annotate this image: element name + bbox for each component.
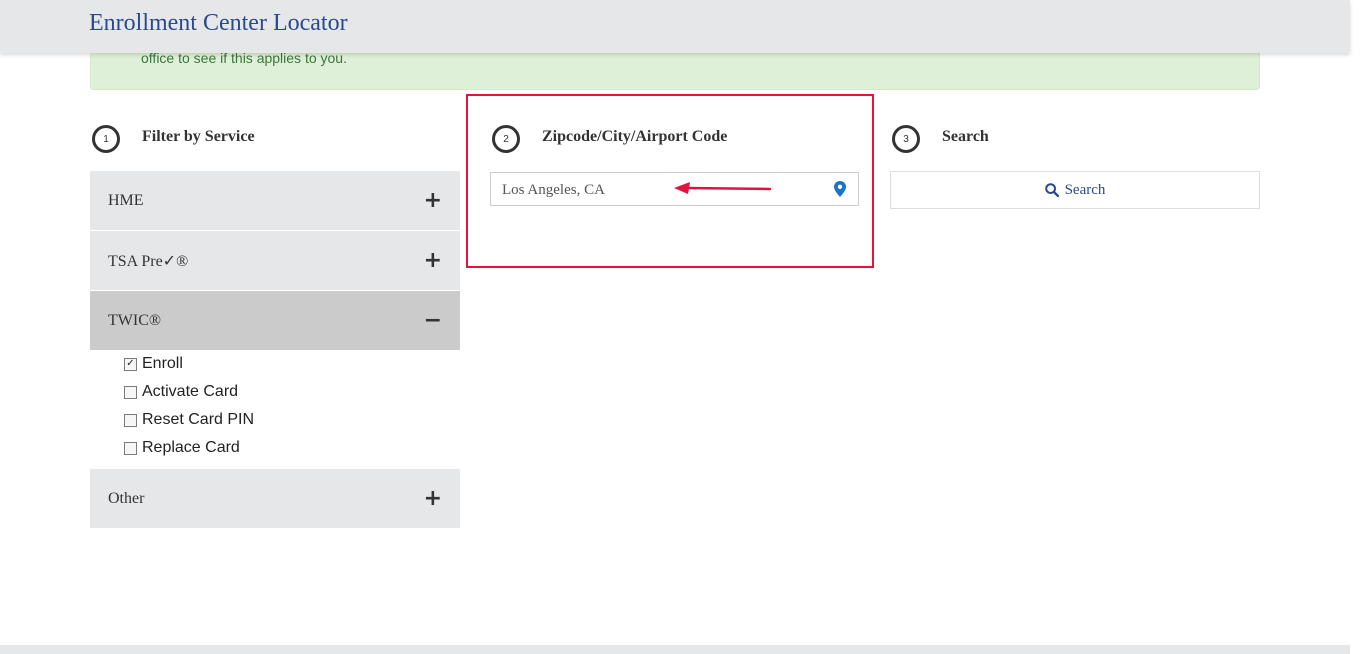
checkbox[interactable]: [124, 413, 137, 427]
service-tsa-precheck-label: TSA Pre✓®: [108, 252, 189, 270]
service-twic-label: TWIC®: [108, 311, 162, 329]
twic-option-label: Activate Card: [142, 383, 239, 400]
twic-option-activate-card[interactable]: Activate Card: [124, 382, 238, 402]
twic-option-label: Reset Card PIN: [142, 411, 255, 428]
checkbox[interactable]: [124, 385, 137, 399]
twic-option-label: Replace Card: [142, 439, 240, 456]
twic-option-replace-card[interactable]: Replace Card: [124, 438, 240, 458]
twic-option-label: Enroll: [142, 355, 183, 372]
step-1-label: Filter by Service: [142, 128, 255, 145]
expand-icon[interactable]: +: [424, 188, 442, 213]
checkbox[interactable]: [124, 441, 137, 455]
twic-option-enroll[interactable]: ✓ Enroll: [124, 354, 183, 374]
service-other-label: Other: [108, 489, 145, 507]
checkbox-checked[interactable]: ✓: [124, 357, 137, 371]
page-header: Enrollment Center Locator: [0, 0, 1350, 53]
twic-option-reset-card-pin[interactable]: Reset Card PIN: [124, 410, 254, 430]
search-button[interactable]: Search: [890, 171, 1260, 209]
step-3-label: Search: [942, 128, 989, 145]
footer-strip: [0, 645, 1350, 654]
step-3-badge: 3: [892, 125, 920, 153]
service-hme-label: HME: [108, 191, 144, 209]
scrollbar-track[interactable]: [1350, 0, 1366, 654]
expand-icon[interactable]: +: [424, 486, 442, 511]
page-title: Enrollment Center Locator: [89, 10, 348, 36]
service-hme[interactable]: HME +: [90, 171, 460, 231]
service-twic[interactable]: TWIC® −: [90, 291, 460, 351]
step-1-badge: 1: [92, 125, 120, 153]
service-tsa-precheck[interactable]: TSA Pre✓® +: [90, 231, 460, 291]
collapse-icon[interactable]: −: [424, 308, 442, 333]
search-icon: [1044, 183, 1059, 197]
service-other[interactable]: Other +: [90, 469, 460, 529]
expand-icon[interactable]: +: [424, 248, 442, 273]
annotation-highlight-box: [466, 94, 874, 268]
search-button-label: Search: [1064, 181, 1106, 198]
